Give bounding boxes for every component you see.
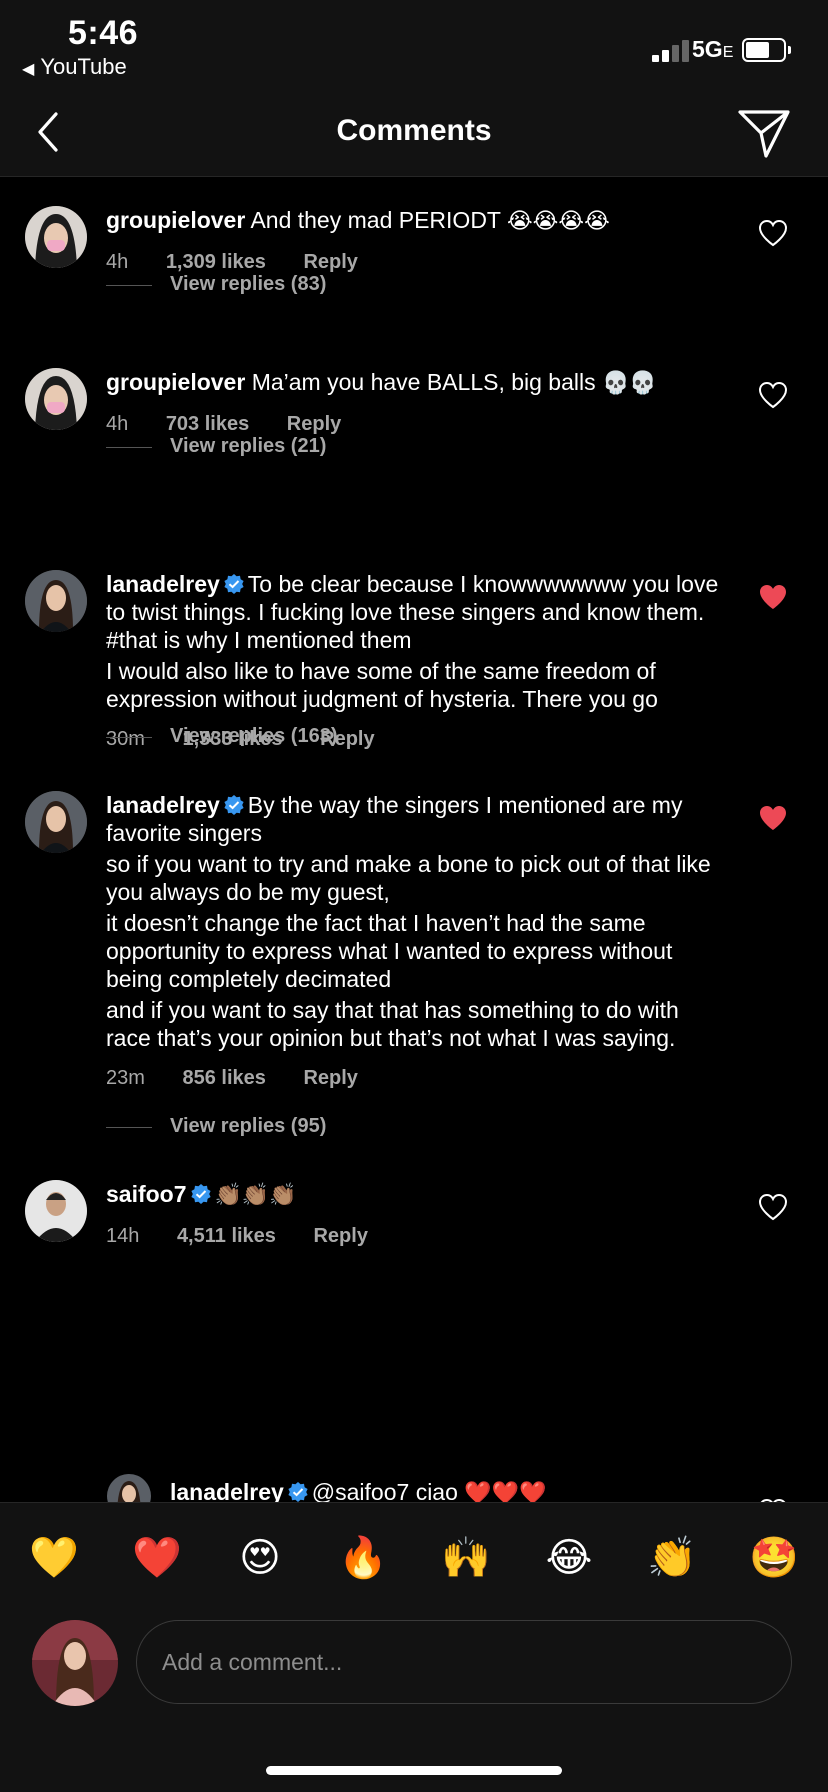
page-title: Comments (336, 114, 492, 147)
comment-age: 4h (106, 413, 129, 435)
comment-text: it doesn’t change the fact that I haven’… (106, 910, 673, 992)
verified-badge-icon (224, 574, 244, 594)
status-bar: 5:46 ◀ YouTube 5GE (0, 0, 828, 90)
reply-button[interactable]: Reply (287, 413, 341, 435)
view-replies-button[interactable]: View replies (163) (106, 725, 506, 755)
comment-meta: 4h 1,309 likes Reply (106, 248, 726, 276)
verified-badge-icon (288, 1482, 308, 1502)
verified-badge-icon (190, 1184, 211, 1204)
signal-strength-icon (652, 40, 692, 62)
comment-age: 4h (106, 251, 129, 273)
reply-body: lanadelrey @saifoo7 ciao ❤️❤️❤️ (170, 1478, 790, 1502)
view-replies-button[interactable]: View replies (83) (106, 273, 506, 303)
reply-emojis: ❤️❤️❤️ (464, 1481, 547, 1502)
reply-button[interactable]: Reply (313, 1225, 367, 1247)
comment-text: so if you want to try and make a bone to… (106, 851, 711, 905)
heart-icon[interactable] (758, 1193, 788, 1221)
emoji-star-struck-button[interactable]: 🤩 (749, 1533, 799, 1583)
back-to-app-link[interactable]: ◀ YouTube (22, 54, 127, 80)
comment-likes[interactable]: 1,309 likes (166, 251, 266, 273)
comment-username[interactable]: saifoo7 (106, 1181, 187, 1207)
reply-username[interactable]: lanadelrey (170, 1479, 284, 1502)
verified-badge-icon (224, 795, 244, 815)
comment-meta: 23m 856 likes Reply (106, 1064, 726, 1092)
emoji-fire-button[interactable]: 🔥 (338, 1533, 388, 1583)
reply-button[interactable]: Reply (303, 1067, 357, 1089)
comment-meta: 4h 703 likes Reply (106, 410, 726, 438)
comment-feed[interactable]: groupielover And they mad PERIODT 😭😭😭😭 4… (0, 177, 828, 1502)
comment-likes[interactable]: 703 likes (166, 413, 249, 435)
emoji-raised-hands-button[interactable]: 🙌 (441, 1533, 491, 1583)
network-type: 5GE (692, 36, 734, 62)
comment-body: groupielover Ma’am you have BALLS, big b… (106, 368, 726, 438)
view-replies-button[interactable]: View replies (21) (106, 435, 506, 465)
comment-text: And they mad PERIODT (250, 207, 501, 233)
status-time: 5:46 (68, 14, 139, 52)
emoji-heart-eyes-button[interactable]: 😍 (235, 1533, 285, 1583)
comment-likes[interactable]: 856 likes (182, 1067, 265, 1089)
comment-emojis: 👏🏽👏🏽👏🏽 (214, 1183, 297, 1208)
heart-icon[interactable] (758, 219, 788, 247)
comment-body: groupielover And they mad PERIODT 😭😭😭😭 4… (106, 206, 726, 276)
emoji-red-heart-button[interactable]: ❤️ (132, 1533, 182, 1583)
emoji-clap-button[interactable]: 👏 (647, 1533, 697, 1583)
comment-meta: 14h 4,511 likes Reply (106, 1222, 726, 1250)
avatar[interactable] (25, 570, 87, 632)
avatar[interactable] (25, 206, 87, 268)
comment-username[interactable]: lanadelrey (106, 792, 220, 818)
view-replies-button[interactable]: View replies (95) (106, 1115, 506, 1145)
comment-username[interactable]: groupielover (106, 207, 245, 233)
home-indicator[interactable] (266, 1766, 562, 1775)
reply-text: @saifoo7 ciao (311, 1479, 458, 1502)
comment-body: lanadelrey By the way the singers I menti… (106, 791, 726, 1092)
comment-emojis: 😭😭😭😭 (506, 209, 610, 234)
heart-icon-liked[interactable] (758, 804, 788, 832)
comments-header: Comments (0, 90, 828, 177)
comment-age: 14h (106, 1225, 140, 1247)
emoji-tears-of-joy-button[interactable]: 😂 (544, 1533, 594, 1583)
send-icon[interactable] (736, 106, 792, 160)
comment-text: Ma’am you have BALLS, big balls (251, 369, 596, 395)
heart-icon-liked[interactable] (758, 583, 788, 611)
emoji-quick-bar: 💛 ❤️ 😍 🔥 🙌 😂 👏 🤩 (0, 1502, 828, 1615)
comment-body: saifoo7 👏🏽👏🏽👏🏽 14h 4,511 likes Reply (106, 1180, 726, 1250)
comment-age: 23m (106, 1067, 145, 1089)
avatar[interactable] (25, 1180, 87, 1242)
battery-icon (742, 38, 791, 62)
comment-likes[interactable]: 4,511 likes (177, 1225, 276, 1247)
comment-emojis: 💀💀 (602, 371, 657, 396)
comment-username[interactable]: groupielover (106, 369, 245, 395)
avatar[interactable] (25, 368, 87, 430)
heart-icon[interactable] (758, 381, 788, 409)
comment-username[interactable]: lanadelrey (106, 571, 220, 597)
back-triangle-icon: ◀ (22, 61, 35, 78)
emoji-yellow-heart-button[interactable]: 💛 (29, 1533, 79, 1583)
comment-input[interactable]: Add a comment... (136, 1620, 792, 1704)
comment-text: and if you want to say that that has som… (106, 997, 679, 1051)
back-app-label: YouTube (40, 54, 127, 79)
avatar[interactable] (107, 1474, 151, 1502)
comment-text: I would also like to have some of the sa… (106, 658, 658, 712)
avatar[interactable] (25, 791, 87, 853)
reply-button[interactable]: Reply (303, 251, 357, 273)
current-user-avatar (32, 1620, 118, 1706)
